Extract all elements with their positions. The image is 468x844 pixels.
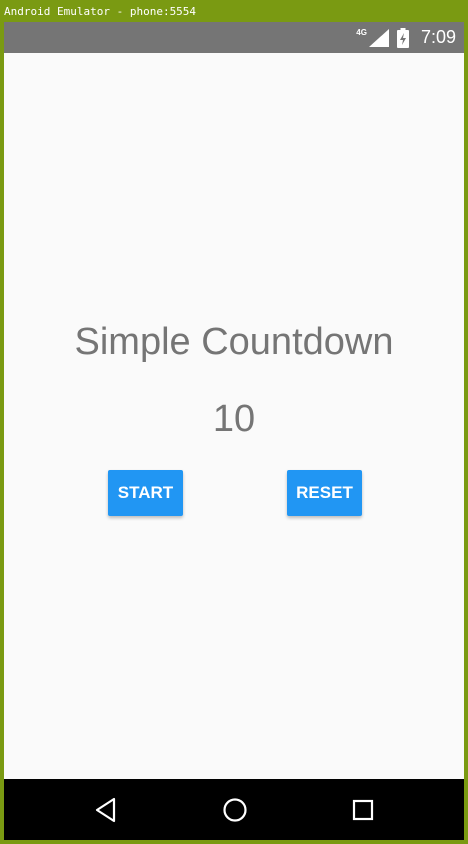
start-button[interactable]: START xyxy=(108,470,183,516)
battery-icon xyxy=(396,27,409,48)
back-icon xyxy=(95,797,116,822)
clock: 7:09 xyxy=(420,27,456,47)
phone-screen: 4G 7:09 Simple Countdown 10 START RESET xyxy=(4,22,464,840)
emulator-window: Android Emulator - phone:5554 4G 7:09 Si… xyxy=(0,0,468,844)
status-bar: 4G 7:09 xyxy=(4,22,464,53)
status-icons: 4G 7:09 xyxy=(356,22,456,53)
page-title: Simple Countdown xyxy=(74,321,394,363)
recent-apps-icon xyxy=(352,799,374,820)
signal-icon xyxy=(368,28,389,47)
countdown-value: 10 xyxy=(212,398,256,440)
reset-button[interactable]: RESET xyxy=(287,470,362,516)
recent-apps-button[interactable] xyxy=(328,779,398,840)
emulator-title: Android Emulator - phone:5554 xyxy=(2,3,466,21)
home-icon xyxy=(223,797,247,822)
network-type: 4G xyxy=(356,28,367,37)
app-content: Simple Countdown 10 START RESET xyxy=(4,53,464,779)
back-button[interactable] xyxy=(71,779,141,840)
home-button[interactable] xyxy=(200,779,270,840)
navigation-bar xyxy=(4,779,464,840)
